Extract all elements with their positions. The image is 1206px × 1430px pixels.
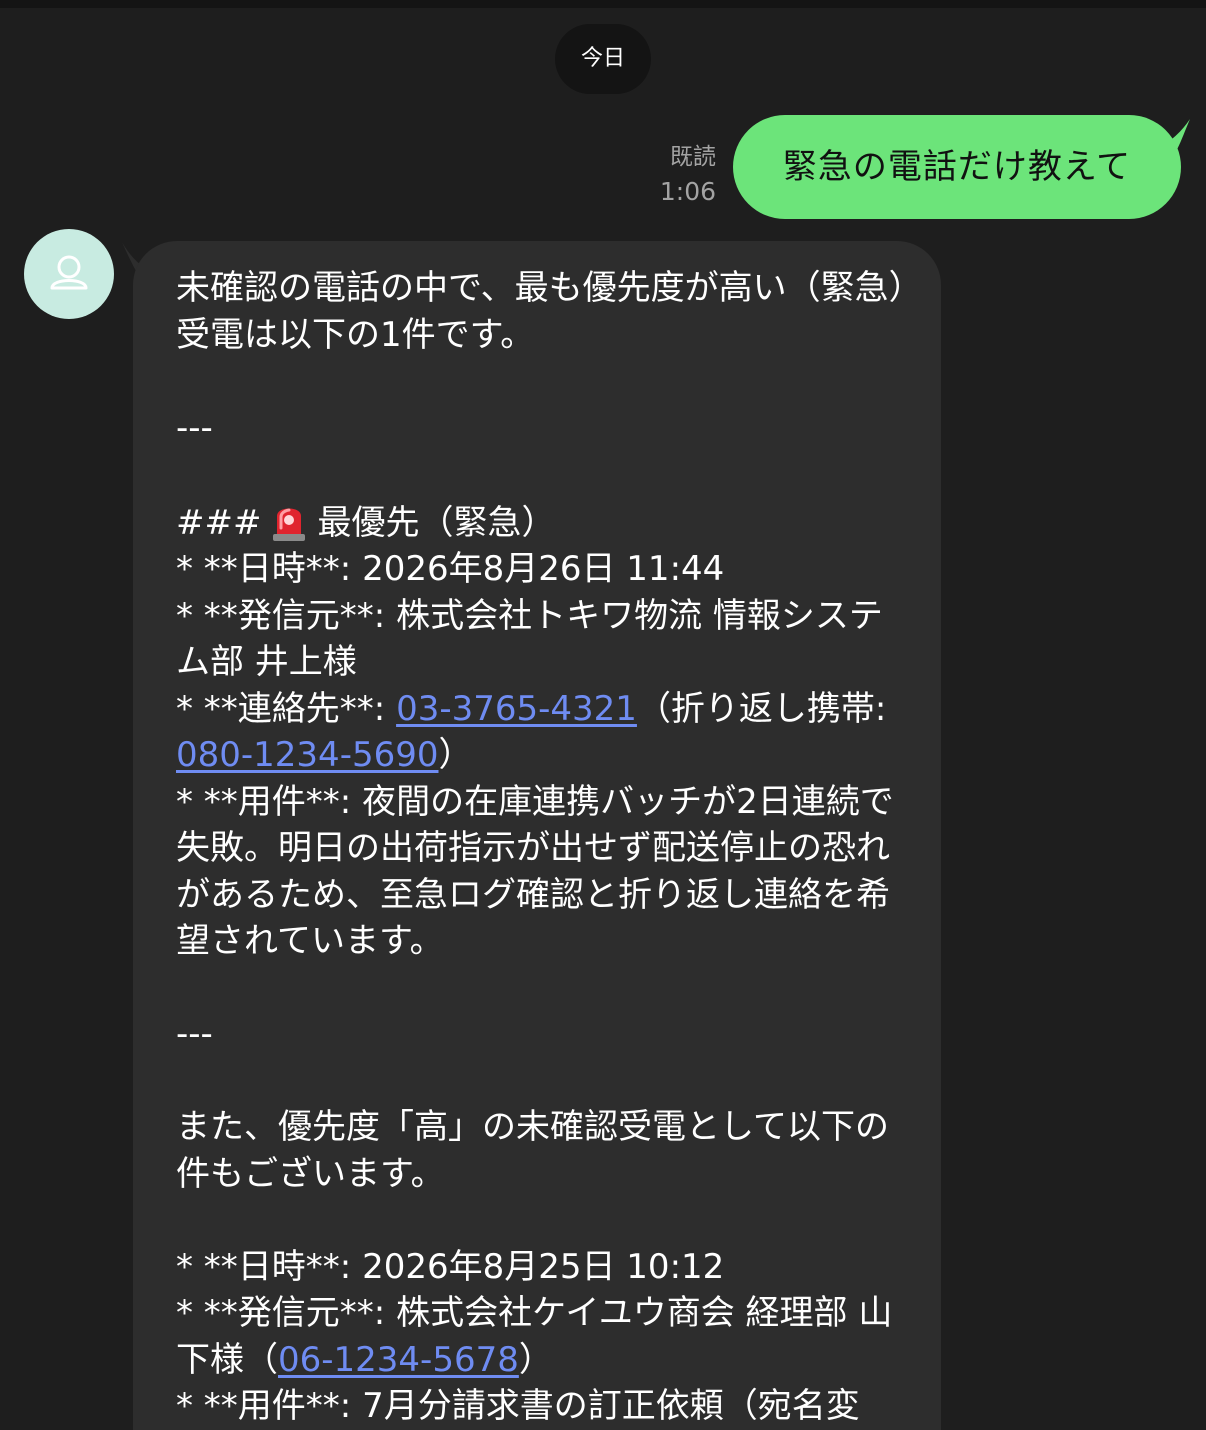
- high-subject: * **用件**: 7月分請求書の訂正依頼（宛名変: [176, 1386, 860, 1426]
- contact-suffix: ）: [438, 735, 473, 775]
- intro-text: 未確認の電話の中で、最も優先度が高い（緊急）受電は以下の1件です。: [176, 268, 906, 355]
- urgent-subject: * **用件**: 夜間の在庫連携バッチが2日連続で失敗。明日の出荷指示が出せず…: [176, 781, 894, 962]
- section-heading: ### 最優先（緊急）: [176, 498, 906, 547]
- phone-link-mobile[interactable]: 080-1234-5690: [176, 735, 439, 775]
- incoming-message-text: 未確認の電話の中で、最も優先度が高い（緊急）受電は以下の1件です。 --- ##…: [176, 265, 906, 1430]
- high-caller: * **発信元**: 株式会社ケイユウ商会 経理部 山下様（06-1234-56…: [176, 1290, 906, 1383]
- avatar[interactable]: [24, 229, 114, 319]
- urgent-contact: * **連絡先**: 03-3765-4321（折り返し携帯: 080-1234…: [176, 686, 906, 779]
- heading-text: 最優先（緊急）: [317, 502, 556, 543]
- urgent-datetime: * **日時**: 2026年8月26日 11:44: [176, 549, 725, 589]
- divider: ---: [176, 407, 213, 448]
- read-receipt: 既読: [670, 144, 716, 170]
- phone-link-office[interactable]: 03-3765-4321: [396, 689, 637, 729]
- contact-prefix: * **連絡先**:: [176, 688, 397, 729]
- chat-screen: 今日 既読 1:06 緊急の電話だけ教えて 未確認の電話の中で、最も優先度が高い…: [0, 0, 1206, 1430]
- date-separator: 今日: [555, 24, 651, 94]
- caller-suffix: ）: [518, 1339, 553, 1380]
- divider: ---: [176, 1014, 213, 1054]
- top-bar-edge: [0, 0, 1206, 8]
- incoming-message-bubble[interactable]: 未確認の電話の中で、最も優先度が高い（緊急）受電は以下の1件です。 --- ##…: [133, 241, 941, 1430]
- user-icon: [50, 255, 88, 290]
- outgoing-message-text: 緊急の電話だけ教えて: [782, 147, 1132, 187]
- heading-prefix: ###: [176, 502, 262, 543]
- message-time: 1:06: [659, 177, 716, 206]
- contact-middle: （折り返し携帯:: [636, 688, 898, 729]
- phone-link-caller[interactable]: 06-1234-5678: [278, 1340, 519, 1380]
- siren-icon: [269, 498, 309, 542]
- message-meta: 既読 1:06: [560, 141, 716, 209]
- outgoing-message-bubble[interactable]: 緊急の電話だけ教えて: [733, 115, 1181, 219]
- also-text: また、優先度「高」の未確認受電として以下の件もございます。: [176, 1107, 889, 1194]
- high-datetime: * **日時**: 2026年8月25日 10:12: [176, 1246, 725, 1287]
- urgent-caller: * **発信元**: 株式会社トキワ物流 情報システム部 井上様: [176, 595, 883, 683]
